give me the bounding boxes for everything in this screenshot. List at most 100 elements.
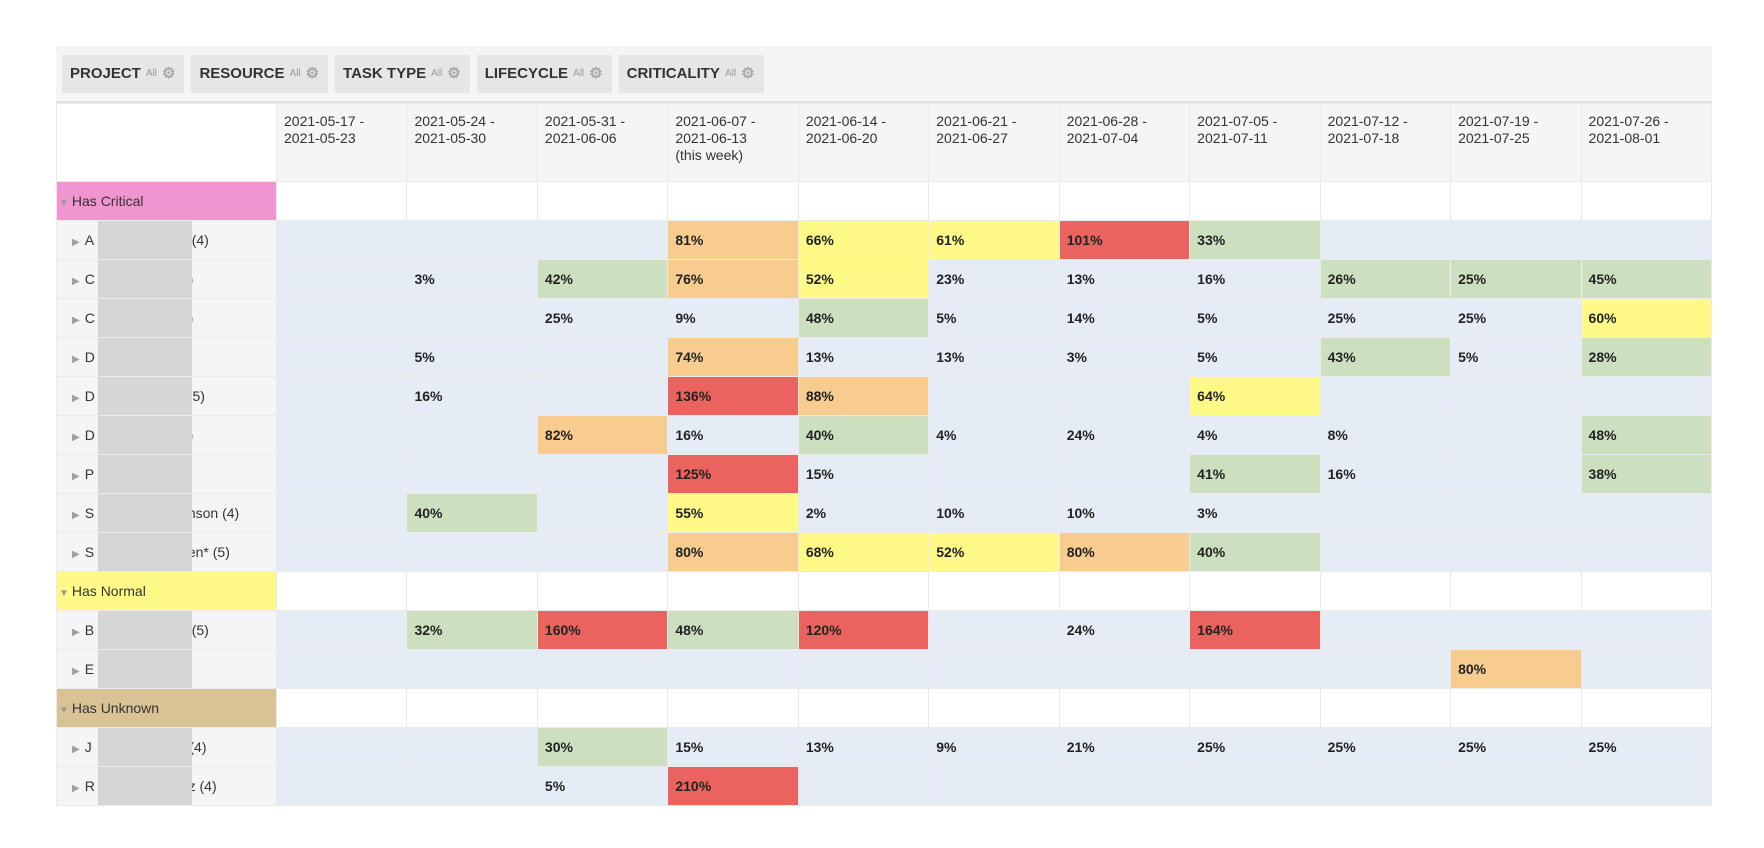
load-cell[interactable]: 10% (1058, 493, 1191, 533)
load-cell[interactable] (1319, 376, 1452, 416)
load-cell[interactable] (536, 337, 669, 377)
load-cell[interactable] (536, 454, 669, 494)
load-cell[interactable]: 60% (1580, 298, 1713, 338)
load-cell[interactable]: 28% (1580, 337, 1713, 377)
load-cell[interactable]: 25% (1450, 259, 1582, 299)
load-cell[interactable]: 25% (1580, 727, 1713, 767)
load-cell[interactable] (275, 532, 408, 572)
load-cell[interactable] (667, 649, 799, 689)
load-cell[interactable] (406, 766, 538, 806)
load-cell[interactable] (275, 298, 408, 338)
load-cell[interactable]: 25% (1189, 727, 1321, 767)
load-cell[interactable] (928, 454, 1060, 494)
load-cell[interactable] (1319, 766, 1452, 806)
load-cell[interactable] (1319, 493, 1452, 533)
load-cell[interactable] (1319, 220, 1452, 260)
load-cell[interactable]: 66% (797, 220, 930, 260)
load-cell[interactable]: 48% (1580, 415, 1713, 455)
load-cell[interactable]: 80% (1058, 532, 1191, 572)
resource-toggle[interactable]: ▶D) (56, 337, 277, 377)
load-cell[interactable] (1580, 220, 1713, 260)
load-cell[interactable] (1450, 220, 1582, 260)
resource-toggle[interactable]: ▶ Sgen* (5) (56, 532, 277, 572)
load-cell[interactable] (1450, 454, 1582, 494)
load-cell[interactable] (275, 415, 408, 455)
load-cell[interactable]: 13% (1058, 259, 1191, 299)
load-cell[interactable]: 14% (1058, 298, 1191, 338)
load-cell[interactable] (275, 259, 408, 299)
load-cell[interactable]: 9% (667, 298, 799, 338)
load-cell[interactable] (406, 220, 538, 260)
resource-toggle[interactable]: ▶ Jd (4) (56, 727, 277, 767)
gear-icon[interactable]: ⚙ (589, 66, 602, 81)
load-cell[interactable] (406, 649, 538, 689)
resource-toggle[interactable]: ▶C4) (56, 298, 277, 338)
load-cell[interactable]: 16% (1189, 259, 1321, 299)
load-cell[interactable]: 68% (797, 532, 930, 572)
load-cell[interactable]: 40% (797, 415, 930, 455)
load-cell[interactable] (1450, 415, 1582, 455)
group-toggle[interactable]: ▼ Has Critical (56, 181, 277, 221)
filter-lifecycle[interactable]: LIFECYCLE All ⚙ (476, 54, 612, 93)
load-cell[interactable] (797, 649, 930, 689)
resource-toggle[interactable]: ▶D5) (56, 415, 277, 455)
resource-toggle[interactable]: ▶ Bn (5) (56, 610, 277, 650)
gear-icon[interactable]: ⚙ (306, 66, 319, 81)
group-toggle[interactable]: ▼ Has Normal (56, 571, 277, 611)
load-cell[interactable]: 4% (928, 415, 1060, 455)
gear-icon[interactable]: ⚙ (741, 66, 754, 81)
load-cell[interactable]: 45% (1580, 259, 1713, 299)
load-cell[interactable]: 80% (667, 532, 799, 572)
resource-toggle[interactable]: ▶ An (4) (56, 220, 277, 260)
load-cell[interactable] (406, 727, 538, 767)
load-cell[interactable]: 5% (536, 766, 669, 806)
gear-icon[interactable]: ⚙ (447, 66, 460, 81)
load-cell[interactable]: 25% (1319, 298, 1452, 338)
load-cell[interactable]: 40% (1189, 532, 1321, 572)
load-cell[interactable]: 2% (797, 493, 930, 533)
load-cell[interactable]: 4% (1189, 415, 1321, 455)
load-cell[interactable] (1319, 649, 1452, 689)
load-cell[interactable]: 120% (797, 610, 930, 650)
load-cell[interactable] (1189, 766, 1321, 806)
resource-toggle[interactable]: ▶ Rez (4) (56, 766, 277, 806)
load-cell[interactable]: 16% (1319, 454, 1452, 494)
load-cell[interactable]: 21% (1058, 727, 1191, 767)
load-cell[interactable]: 101% (1058, 220, 1191, 260)
load-cell[interactable]: 81% (667, 220, 799, 260)
load-cell[interactable]: 3% (1058, 337, 1191, 377)
load-cell[interactable] (406, 532, 538, 572)
load-cell[interactable] (275, 454, 408, 494)
load-cell[interactable]: 43% (1319, 337, 1452, 377)
load-cell[interactable] (536, 493, 669, 533)
load-cell[interactable] (1058, 766, 1191, 806)
load-cell[interactable] (275, 649, 408, 689)
load-cell[interactable] (536, 220, 669, 260)
load-cell[interactable] (1319, 532, 1452, 572)
load-cell[interactable]: 48% (797, 298, 930, 338)
load-cell[interactable]: 30% (536, 727, 669, 767)
load-cell[interactable]: 24% (1058, 415, 1191, 455)
load-cell[interactable]: 16% (667, 415, 799, 455)
load-cell[interactable]: 40% (406, 493, 538, 533)
load-cell[interactable]: 52% (928, 532, 1060, 572)
load-cell[interactable] (1058, 454, 1191, 494)
load-cell[interactable] (275, 766, 408, 806)
load-cell[interactable]: 15% (667, 727, 799, 767)
load-cell[interactable] (406, 298, 538, 338)
load-cell[interactable] (1450, 376, 1582, 416)
load-cell[interactable] (275, 493, 408, 533)
load-cell[interactable]: 25% (1319, 727, 1452, 767)
filter-resource[interactable]: RESOURCE All ⚙ (191, 54, 329, 93)
load-cell[interactable]: 25% (1450, 727, 1582, 767)
load-cell[interactable]: 48% (667, 610, 799, 650)
load-cell[interactable] (1189, 649, 1321, 689)
load-cell[interactable]: 5% (406, 337, 538, 377)
load-cell[interactable] (1580, 493, 1713, 533)
load-cell[interactable] (1580, 649, 1713, 689)
load-cell[interactable]: 5% (1189, 337, 1321, 377)
load-cell[interactable]: 13% (797, 337, 930, 377)
load-cell[interactable] (275, 337, 408, 377)
load-cell[interactable] (928, 610, 1060, 650)
resource-toggle[interactable]: ▶E) (56, 649, 277, 689)
